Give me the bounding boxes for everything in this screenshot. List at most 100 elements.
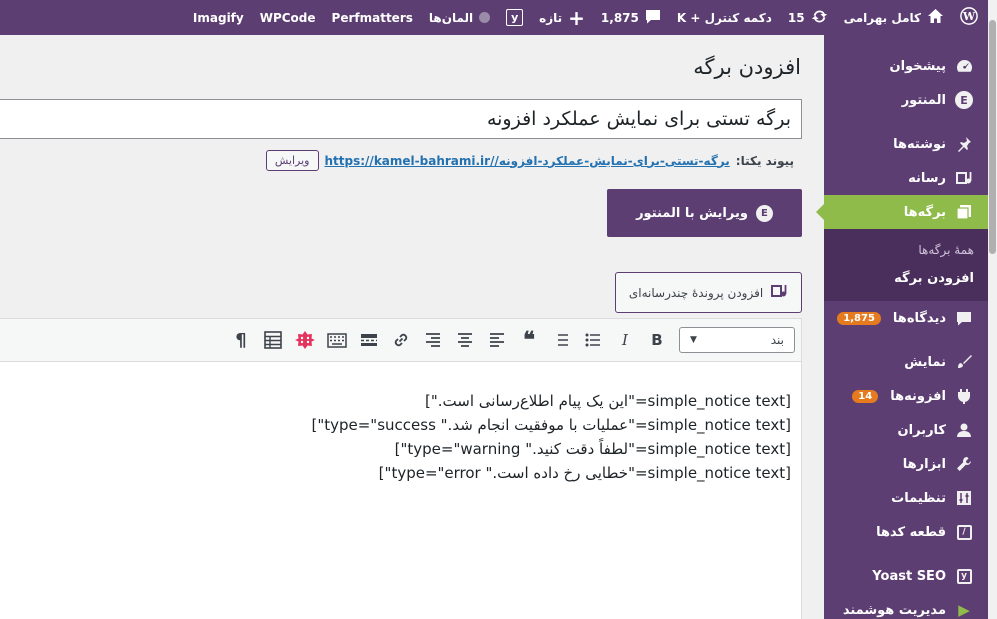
sidebar-item-dashboard[interactable]: پیشخوان xyxy=(824,49,988,83)
site-name: کامل بهرامی xyxy=(843,10,921,25)
control-button-label: دکمه کنترل + K xyxy=(676,10,772,25)
updates-menu[interactable]: 15 xyxy=(780,0,836,35)
editor-content-area[interactable]: [simple_notice text="این یک پیام اطلاع‌ر… xyxy=(0,362,801,485)
edit-with-elementor-label: ویرایش با المنتور xyxy=(636,205,748,221)
perfmatters-label: Perfmatters xyxy=(331,10,413,25)
pin-icon xyxy=(954,134,974,154)
align-center-button[interactable] xyxy=(449,325,481,355)
sidebar-item-comments[interactable]: دیدگاه‌ها 1,875 xyxy=(824,301,988,335)
permalink-base-url[interactable]: https://kamel-bahrami.ir/ xyxy=(325,154,495,168)
sidebar-item-plugins[interactable]: افزونه‌ها 14 xyxy=(824,379,988,413)
sidebar-item-users[interactable]: کاربران xyxy=(824,413,988,447)
bullet-list-button[interactable] xyxy=(577,325,609,355)
sidebar-item-appearance[interactable]: نمایش xyxy=(824,345,988,379)
imagify-menu[interactable]: Imagify xyxy=(185,0,252,35)
align-left-button[interactable] xyxy=(481,325,513,355)
control-button[interactable]: دکمه کنترل + K xyxy=(669,0,780,35)
sidebar-item-label: نوشته‌ها xyxy=(893,136,946,152)
sidebar-item-yoast[interactable]: y Yoast SEO xyxy=(824,559,988,593)
post-title-input[interactable]: برگه تستی برای نمایش عملکرد افزونه xyxy=(0,99,802,139)
format-select[interactable]: بند ▼ xyxy=(679,327,795,353)
scrollbar-thumb[interactable] xyxy=(989,20,996,254)
imagify-label: Imagify xyxy=(192,10,244,25)
italic-button[interactable]: I xyxy=(609,325,641,355)
sidebar-item-pages[interactable]: برگه‌ها xyxy=(816,195,988,229)
comment-icon xyxy=(954,308,974,328)
table-icon[interactable] xyxy=(257,325,289,355)
blockquote-button[interactable]: ❝ xyxy=(513,325,545,355)
pages-submenu: همهٔ برگه‌ها افزودن برگه xyxy=(824,229,988,301)
align-right-button[interactable] xyxy=(417,325,449,355)
user-icon xyxy=(954,420,974,440)
elements-label: المان‌ها xyxy=(428,10,474,25)
bold-button[interactable]: B xyxy=(641,325,673,355)
permalink-link[interactable]: https://kamel-bahrami.ir/برگه-تستی-برای-… xyxy=(325,154,730,168)
read-more-button[interactable] xyxy=(353,325,385,355)
comments-count: 1,875 xyxy=(600,10,639,25)
admin-bar: W کامل بهرامی 15 دکمه کنترل + K 1,875 + … xyxy=(0,0,988,35)
pages-icon xyxy=(954,202,974,222)
sidebar-item-label: پیشخوان xyxy=(889,58,947,74)
new-label: تازه xyxy=(539,10,563,25)
edit-with-elementor-button[interactable]: E ویرایش با المنتور xyxy=(607,189,802,237)
plugins-badge: 14 xyxy=(852,389,879,403)
page-scrollbar[interactable] xyxy=(988,0,997,619)
format-select-value: بند xyxy=(770,333,784,347)
sidebar-item-settings[interactable]: تنظیمات xyxy=(824,481,988,515)
sidebar-item-label: ابزارها xyxy=(902,456,946,472)
add-media-label: افزودن پروندهٔ چندرسانه‌ای xyxy=(628,285,764,300)
sidebar-item-label: رسانه xyxy=(908,170,946,186)
sidebar-item-label: کاربران xyxy=(897,422,946,438)
submenu-all-pages[interactable]: همهٔ برگه‌ها xyxy=(824,235,988,264)
sidebar-item-label: Yoast SEO xyxy=(872,568,946,584)
plugin-shortcode-icon[interactable] xyxy=(289,325,321,355)
sidebar-item-elementor[interactable]: E المنتور xyxy=(824,83,988,117)
svg-text:W: W xyxy=(962,10,976,23)
sidebar-item-label: برگه‌ها xyxy=(903,204,946,220)
brush-icon xyxy=(954,352,974,372)
plus-icon: + xyxy=(568,5,585,30)
dashboard-icon xyxy=(954,56,974,76)
perfmatters-menu[interactable]: Perfmatters xyxy=(324,0,421,35)
permalink-label: پیوند یکتا: xyxy=(735,153,794,168)
yoast-icon: y xyxy=(506,9,524,26)
wordpress-logo-menu[interactable]: W xyxy=(952,0,988,35)
media-icon xyxy=(954,168,974,188)
editor-toolbar: بند ▼ B I 123 ❝ xyxy=(0,319,801,362)
sidebar-item-code-snippets[interactable]: / قطعه کدها xyxy=(824,515,988,549)
wrench-icon xyxy=(954,454,974,474)
admin-sidebar: پیشخوان E المنتور نوشته‌ها رسانه برگه‌ها… xyxy=(816,35,988,619)
keyboard-toolbar-toggle-button[interactable] xyxy=(321,325,353,355)
sidebar-item-label: افزونه‌ها xyxy=(890,388,946,404)
chevron-down-icon: ▼ xyxy=(690,335,697,345)
elementor-icon: E xyxy=(755,204,773,222)
submenu-add-page[interactable]: افزودن برگه xyxy=(824,264,988,293)
media-icon xyxy=(771,283,788,303)
comments-menu[interactable]: 1,875 xyxy=(593,0,669,35)
yoast-menu[interactable]: y xyxy=(498,0,531,35)
add-media-button[interactable]: افزودن پروندهٔ چندرسانه‌ای xyxy=(615,272,802,313)
comments-badge: 1,875 xyxy=(837,311,881,325)
wpcode-menu[interactable]: WPCode xyxy=(252,0,324,35)
site-name-menu[interactable]: کامل بهرامی xyxy=(836,0,952,35)
updates-icon xyxy=(811,8,828,28)
elements-menu[interactable]: المان‌ها xyxy=(421,0,498,35)
smart-icon: ▶ xyxy=(958,601,970,619)
permalink-slug[interactable]: برگه-تستی-برای-نمایش-عملکرد-افزونه/ xyxy=(494,154,729,168)
link-icon[interactable] xyxy=(385,325,417,355)
sidebar-item-label: المنتور xyxy=(901,92,946,108)
permalink-edit-button[interactable]: ویرایش xyxy=(265,150,319,171)
wpcode-label: WPCode xyxy=(259,10,316,25)
numbered-list-button[interactable]: 123 xyxy=(545,325,577,355)
sidebar-item-media[interactable]: رسانه xyxy=(824,161,988,195)
paragraph-icon[interactable]: ¶ xyxy=(225,325,257,355)
content-line: [simple_notice text="این یک پیام اطلاع‌ر… xyxy=(425,392,791,410)
status-dot-icon xyxy=(479,12,491,23)
sidebar-item-posts[interactable]: نوشته‌ها xyxy=(824,127,988,161)
sidebar-item-label: نمایش xyxy=(904,354,946,370)
updates-count: 15 xyxy=(787,10,805,25)
sidebar-item-tools[interactable]: ابزارها xyxy=(824,447,988,481)
sidebar-item-smart-management[interactable]: ▶ مدیریت هوشمند xyxy=(824,593,988,619)
new-content-menu[interactable]: + تازه xyxy=(531,0,593,35)
content-line: [simple_notice text="خطایی رخ داده است."… xyxy=(378,464,791,482)
